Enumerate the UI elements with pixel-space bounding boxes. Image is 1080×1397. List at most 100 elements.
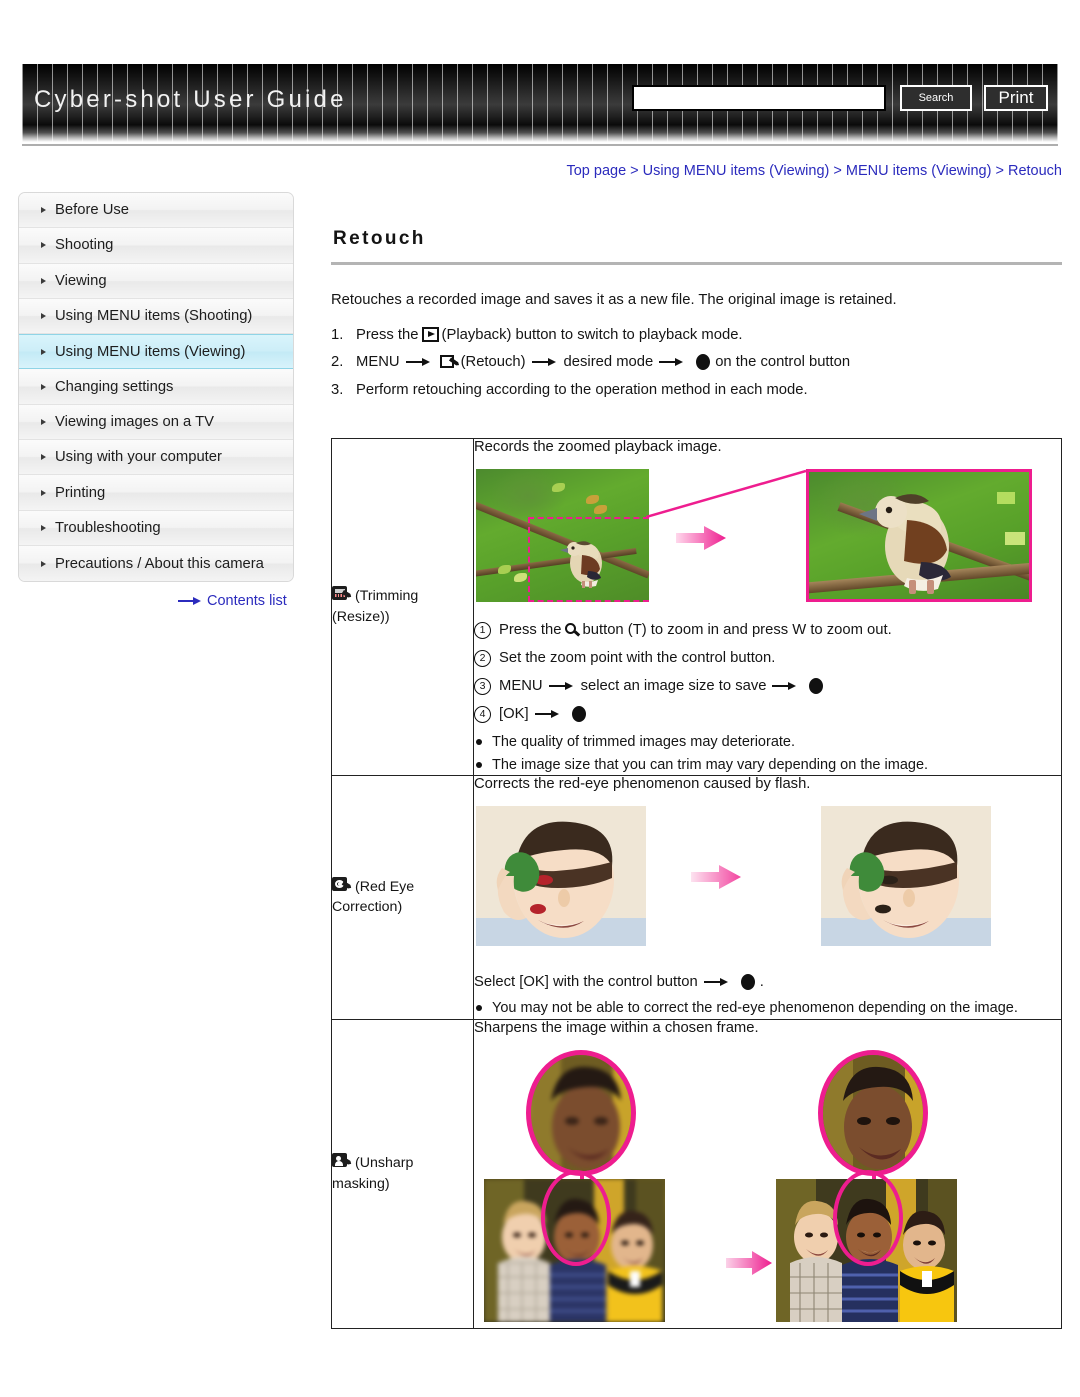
selection-ellipse (833, 1169, 903, 1266)
note-item: The image size that you can trim may var… (474, 755, 1061, 775)
note-text: You may not be able to correct the red-e… (492, 1000, 1018, 1017)
step-text: Perform retouching according to the oper… (356, 381, 808, 398)
breadcrumb: Top page > Using MENU items (Viewing) > … (566, 163, 1062, 179)
sidebar-item-label: Precautions / About this camera (55, 555, 264, 572)
crop-selection-box (528, 516, 649, 602)
sidebar-item-printing[interactable]: Printing (19, 475, 293, 511)
breadcrumb-item-menu-items-viewing[interactable]: MENU items (Viewing) (846, 163, 992, 179)
sidebar-item-precautions-about-this-camera[interactable]: Precautions / About this camera (19, 545, 293, 582)
step-text: (Retouch) (460, 354, 526, 371)
header-background: Cyber-shot User Guide Search Print (22, 64, 1058, 142)
mode-label-line1: (Trimming (355, 588, 419, 605)
triangle-right-icon (41, 418, 46, 425)
transform-arrow-icon (676, 525, 726, 550)
step-number: 2. (331, 354, 344, 371)
triangle-right-icon (41, 560, 46, 567)
contents-list-link[interactable]: Contents list (178, 593, 287, 609)
contents-list-label: Contents list (207, 593, 287, 609)
step-text: MENU (499, 678, 543, 695)
triangle-right-icon (41, 383, 46, 390)
bullet-icon (476, 762, 482, 769)
circled-number-icon: 2 (474, 649, 491, 667)
step-text: select an image size to save (580, 678, 767, 695)
sidebar-item-using-menu-items-shooting[interactable]: Using MENU items (Shooting) (19, 298, 293, 335)
mode-label-unsharp: (Unsharp masking) (331, 1018, 474, 1329)
arrow-right-icon (659, 356, 685, 368)
mode-body-red-eye: Corrects the red-eye phenomenon caused b… (473, 775, 1062, 1020)
red-eye-select-step: Select [OK] with the control button . (474, 974, 1061, 991)
sidebar-item-using-menu-items-viewing[interactable]: Using MENU items (Viewing) (19, 334, 293, 370)
zoom-bubble-sharp (818, 1049, 928, 1176)
trim-step-4: 4 [OK] (474, 705, 1061, 723)
mode-label-red-eye: (Red Eye Correction) (331, 775, 474, 1020)
sidebar-item-label: Using with your computer (55, 449, 222, 466)
breadcrumb-separator: > (630, 163, 639, 179)
sidebar-item-label: Shooting (55, 237, 114, 254)
selection-ellipse (541, 1169, 611, 1266)
sidebar-item-using-with-your-computer[interactable]: Using with your computer (19, 440, 293, 476)
site-header: Cyber-shot User Guide Search Print (22, 64, 1058, 146)
sidebar-item-changing-settings[interactable]: Changing settings (19, 369, 293, 405)
step-text: . (759, 974, 764, 991)
intro-paragraph: Retouches a recorded image and saves it … (331, 292, 897, 308)
trim-step-3: 3 MENU select an image size to save (474, 677, 1061, 695)
sidebar-item-viewing-images-on-a-tv[interactable]: Viewing images on a TV (19, 404, 293, 441)
page-title: Retouch (333, 228, 426, 249)
step-text: Set the zoom point with the control butt… (499, 650, 776, 667)
arrow-right-icon (772, 680, 798, 692)
sidebar-item-label: Changing settings (55, 378, 174, 395)
step-text: (Playback) button to switch to playback … (441, 326, 743, 343)
sidebar-item-viewing[interactable]: Viewing (19, 263, 293, 299)
mode-description: Records the zoomed playback image. (474, 438, 722, 455)
zoom-guide-lines (646, 469, 806, 518)
breadcrumb-separator: > (833, 163, 842, 179)
bullet-icon (476, 738, 482, 745)
mode-label-line2: masking) (332, 1175, 390, 1192)
arrow-right-icon (534, 708, 561, 720)
note-item: The quality of trimmed images may deteri… (474, 732, 1061, 752)
arrow-right-icon (405, 356, 432, 368)
breadcrumb-item-using-menu-items-viewing[interactable]: Using MENU items (Viewing) (643, 163, 830, 179)
breadcrumb-item-retouch[interactable]: Retouch (1008, 163, 1062, 179)
photo-after-sharpening (776, 1049, 1016, 1322)
note-text: The image size that you can trim may var… (492, 757, 929, 774)
print-button[interactable]: Print (984, 85, 1048, 111)
search-input[interactable] (632, 85, 886, 111)
red-eye-icon (332, 876, 351, 894)
triangle-right-icon (41, 454, 46, 461)
step-2: 2. MENU (Retouch) desired mode on the co… (331, 354, 1062, 371)
step-1: 1. Press the (Playback) button to switch… (331, 327, 1062, 343)
playback-icon (421, 327, 439, 343)
table-row: (Unsharp masking) Sharpens the image wit… (331, 1018, 1062, 1329)
step-3: 3. Perform retouching according to the o… (331, 382, 1062, 398)
zoom-bubble-blurred (526, 1049, 636, 1176)
triangle-right-icon (41, 207, 46, 214)
sidebar-item-label: Printing (55, 484, 106, 501)
sidebar-item-label: Troubleshooting (55, 519, 161, 536)
triangle-right-icon (41, 524, 46, 531)
retouch-icon (439, 354, 459, 371)
arrow-right-icon (548, 680, 575, 692)
sidebar-item-label: Viewing images on a TV (55, 413, 215, 430)
transform-arrow-icon (726, 1250, 772, 1275)
sidebar-item-label: Using MENU items (Viewing) (55, 343, 246, 360)
retouch-modes-table: (Trimming (Resize)) Records the zoomed p… (331, 437, 1062, 1329)
arrow-right-icon (703, 976, 730, 988)
breadcrumb-item-top-page[interactable]: Top page (566, 163, 626, 179)
mode-body-unsharp: Sharpens the image within a chosen frame… (473, 1018, 1062, 1329)
sidebar-item-label: Viewing (55, 272, 107, 289)
circled-number-icon: 3 (474, 677, 491, 695)
sidebar-item-troubleshooting[interactable]: Troubleshooting (19, 510, 293, 546)
search-button[interactable]: Search (900, 85, 972, 111)
sidebar-item-shooting[interactable]: Shooting (19, 228, 293, 264)
control-button-dot-icon (740, 974, 755, 991)
mode-label-line1: (Red Eye (355, 878, 415, 895)
unsharp-figure (476, 1049, 1032, 1322)
sidebar-item-label: Before Use (55, 202, 130, 219)
sidebar-item-label: Using MENU items (Shooting) (55, 308, 253, 325)
header-divider (22, 144, 1058, 146)
trimming-icon (332, 586, 351, 603)
sidebar-item-before-use[interactable]: Before Use (19, 193, 293, 229)
note-item: You may not be able to correct the red-e… (474, 998, 1061, 1018)
triangle-right-icon (41, 277, 46, 284)
